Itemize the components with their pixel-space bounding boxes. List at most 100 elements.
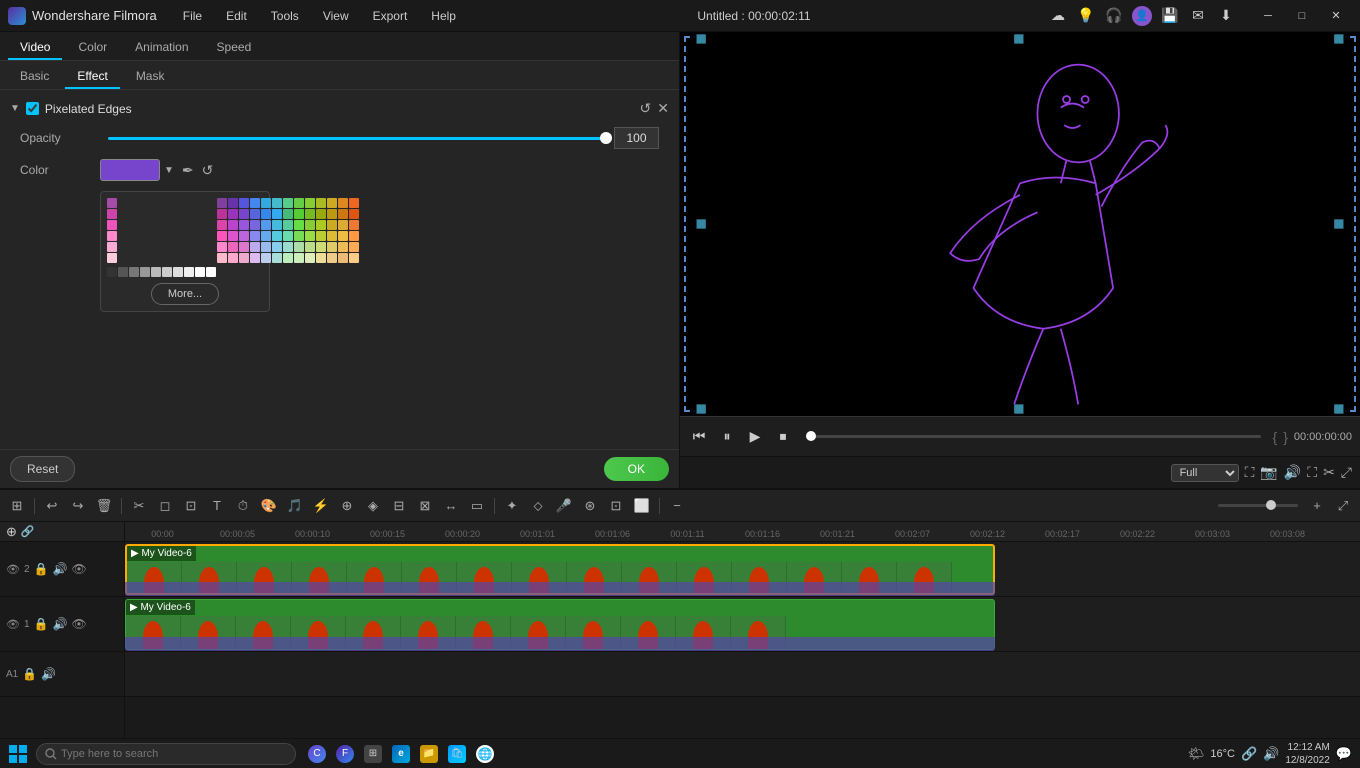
palette-color[interactable]: [228, 231, 238, 241]
palette-color[interactable]: [228, 209, 238, 219]
start-button[interactable]: [4, 740, 32, 768]
split-icon[interactable]: ⊟: [388, 495, 410, 517]
snapshot-icon[interactable]: 📷: [1260, 464, 1277, 481]
palette-color[interactable]: [349, 209, 359, 219]
palette-color[interactable]: [327, 231, 337, 241]
sub-tab-effect[interactable]: Effect: [65, 65, 119, 89]
palette-color[interactable]: [239, 209, 249, 219]
opacity-slider-thumb[interactable]: [600, 132, 612, 144]
palette-color[interactable]: [107, 231, 117, 241]
palette-color[interactable]: [316, 198, 326, 208]
palette-color[interactable]: [261, 242, 271, 252]
menu-item-edit[interactable]: Edit: [222, 7, 251, 25]
palette-color[interactable]: [272, 242, 282, 252]
palette-color[interactable]: [283, 253, 293, 263]
save-icon[interactable]: 💾: [1160, 6, 1180, 26]
plus-zoom-icon[interactable]: +: [1306, 495, 1328, 517]
text-icon[interactable]: T: [206, 495, 228, 517]
menu-item-export[interactable]: Export: [369, 7, 412, 25]
palette-color[interactable]: [327, 209, 337, 219]
step-back-button[interactable]: ⏮: [688, 426, 710, 448]
palette-color[interactable]: [107, 198, 117, 208]
cut-icon[interactable]: ✂: [128, 495, 150, 517]
palette-color[interactable]: [349, 242, 359, 252]
palette-color[interactable]: [250, 231, 260, 241]
palette-gray-color[interactable]: [195, 267, 205, 277]
palette-color[interactable]: [239, 242, 249, 252]
link-icon[interactable]: 🔗: [21, 525, 35, 538]
palette-color[interactable]: [327, 253, 337, 263]
collapse-arrow[interactable]: ▼: [10, 103, 20, 114]
palette-color[interactable]: [316, 220, 326, 230]
palette-color[interactable]: [217, 220, 227, 230]
transition-icon[interactable]: ◈: [362, 495, 384, 517]
add-media-icon[interactable]: ⊕: [6, 524, 17, 540]
pip-icon[interactable]: ⊡: [605, 495, 627, 517]
palette-gray-color[interactable]: [162, 267, 172, 277]
palette-color[interactable]: [272, 253, 282, 263]
prop-tab-color[interactable]: Color: [66, 36, 119, 60]
taskbar-app-edge[interactable]: e: [388, 741, 414, 767]
multicam-icon[interactable]: ⊛: [579, 495, 601, 517]
menu-item-view[interactable]: View: [319, 7, 353, 25]
quality-select[interactable]: Full Half Quarter: [1171, 464, 1239, 482]
palette-color[interactable]: [294, 209, 304, 219]
mail-icon[interactable]: ✉: [1188, 6, 1208, 26]
taskbar-app-store[interactable]: 🛍: [444, 741, 470, 767]
reverse-icon[interactable]: ↔: [440, 495, 462, 517]
search-bar[interactable]: Type here to search: [36, 743, 296, 765]
palette-color[interactable]: [239, 220, 249, 230]
ok-button[interactable]: OK: [604, 457, 669, 481]
menu-item-file[interactable]: File: [179, 7, 206, 25]
palette-color[interactable]: [250, 220, 260, 230]
color-dropdown-arrow[interactable]: ▼: [164, 165, 174, 176]
eyedropper-icon[interactable]: ✒: [182, 162, 194, 179]
palette-color[interactable]: [338, 198, 348, 208]
track-v1-volume-icon[interactable]: 🔊: [52, 617, 67, 631]
palette-color[interactable]: [250, 253, 260, 263]
palette-gray-color[interactable]: [107, 267, 117, 277]
palette-color[interactable]: [294, 220, 304, 230]
palette-color[interactable]: [294, 198, 304, 208]
network-icon[interactable]: 🔗: [1241, 746, 1257, 762]
palette-color[interactable]: [294, 242, 304, 252]
volume-icon[interactable]: 🔊: [1284, 464, 1301, 481]
speed-icon[interactable]: ⚡: [310, 495, 332, 517]
prop-tab-animation[interactable]: Animation: [123, 36, 200, 60]
palette-color[interactable]: [217, 209, 227, 219]
palette-color[interactable]: [261, 220, 271, 230]
palette-color[interactable]: [338, 253, 348, 263]
play-button[interactable]: ▶: [744, 426, 766, 448]
palette-color[interactable]: [294, 253, 304, 263]
crop-tool-icon[interactable]: ⊡: [180, 495, 202, 517]
palette-color[interactable]: [349, 220, 359, 230]
opacity-value[interactable]: 100: [614, 127, 659, 149]
palette-color[interactable]: [239, 198, 249, 208]
track-v2-volume-icon[interactable]: 🔊: [52, 562, 67, 576]
prop-tab-speed[interactable]: Speed: [205, 36, 264, 60]
palette-color[interactable]: [283, 209, 293, 219]
scene-icon[interactable]: ⬜: [631, 495, 653, 517]
palette-color[interactable]: [107, 242, 117, 252]
prop-tab-video[interactable]: Video: [8, 36, 62, 60]
palette-color[interactable]: [349, 198, 359, 208]
audio-icon[interactable]: 🎵: [284, 495, 306, 517]
palette-color[interactable]: [316, 231, 326, 241]
more-colors-button[interactable]: More...: [151, 283, 219, 305]
expand-timeline-icon[interactable]: ⤢: [1332, 495, 1354, 517]
palette-color[interactable]: [250, 198, 260, 208]
reset-color-icon[interactable]: ↺: [202, 162, 214, 179]
undo-icon[interactable]: ↩: [41, 495, 63, 517]
effects-icon2[interactable]: ✦: [501, 495, 523, 517]
palette-color[interactable]: [239, 231, 249, 241]
palette-color[interactable]: [305, 220, 315, 230]
crop-icon[interactable]: ✂: [1323, 464, 1335, 481]
palette-gray-color[interactable]: [206, 267, 216, 277]
palette-color[interactable]: [261, 209, 271, 219]
palette-color[interactable]: [305, 209, 315, 219]
palette-color[interactable]: [228, 242, 238, 252]
palette-color[interactable]: [107, 253, 117, 263]
palette-color[interactable]: [228, 198, 238, 208]
palette-color[interactable]: [338, 242, 348, 252]
palette-color[interactable]: [305, 242, 315, 252]
